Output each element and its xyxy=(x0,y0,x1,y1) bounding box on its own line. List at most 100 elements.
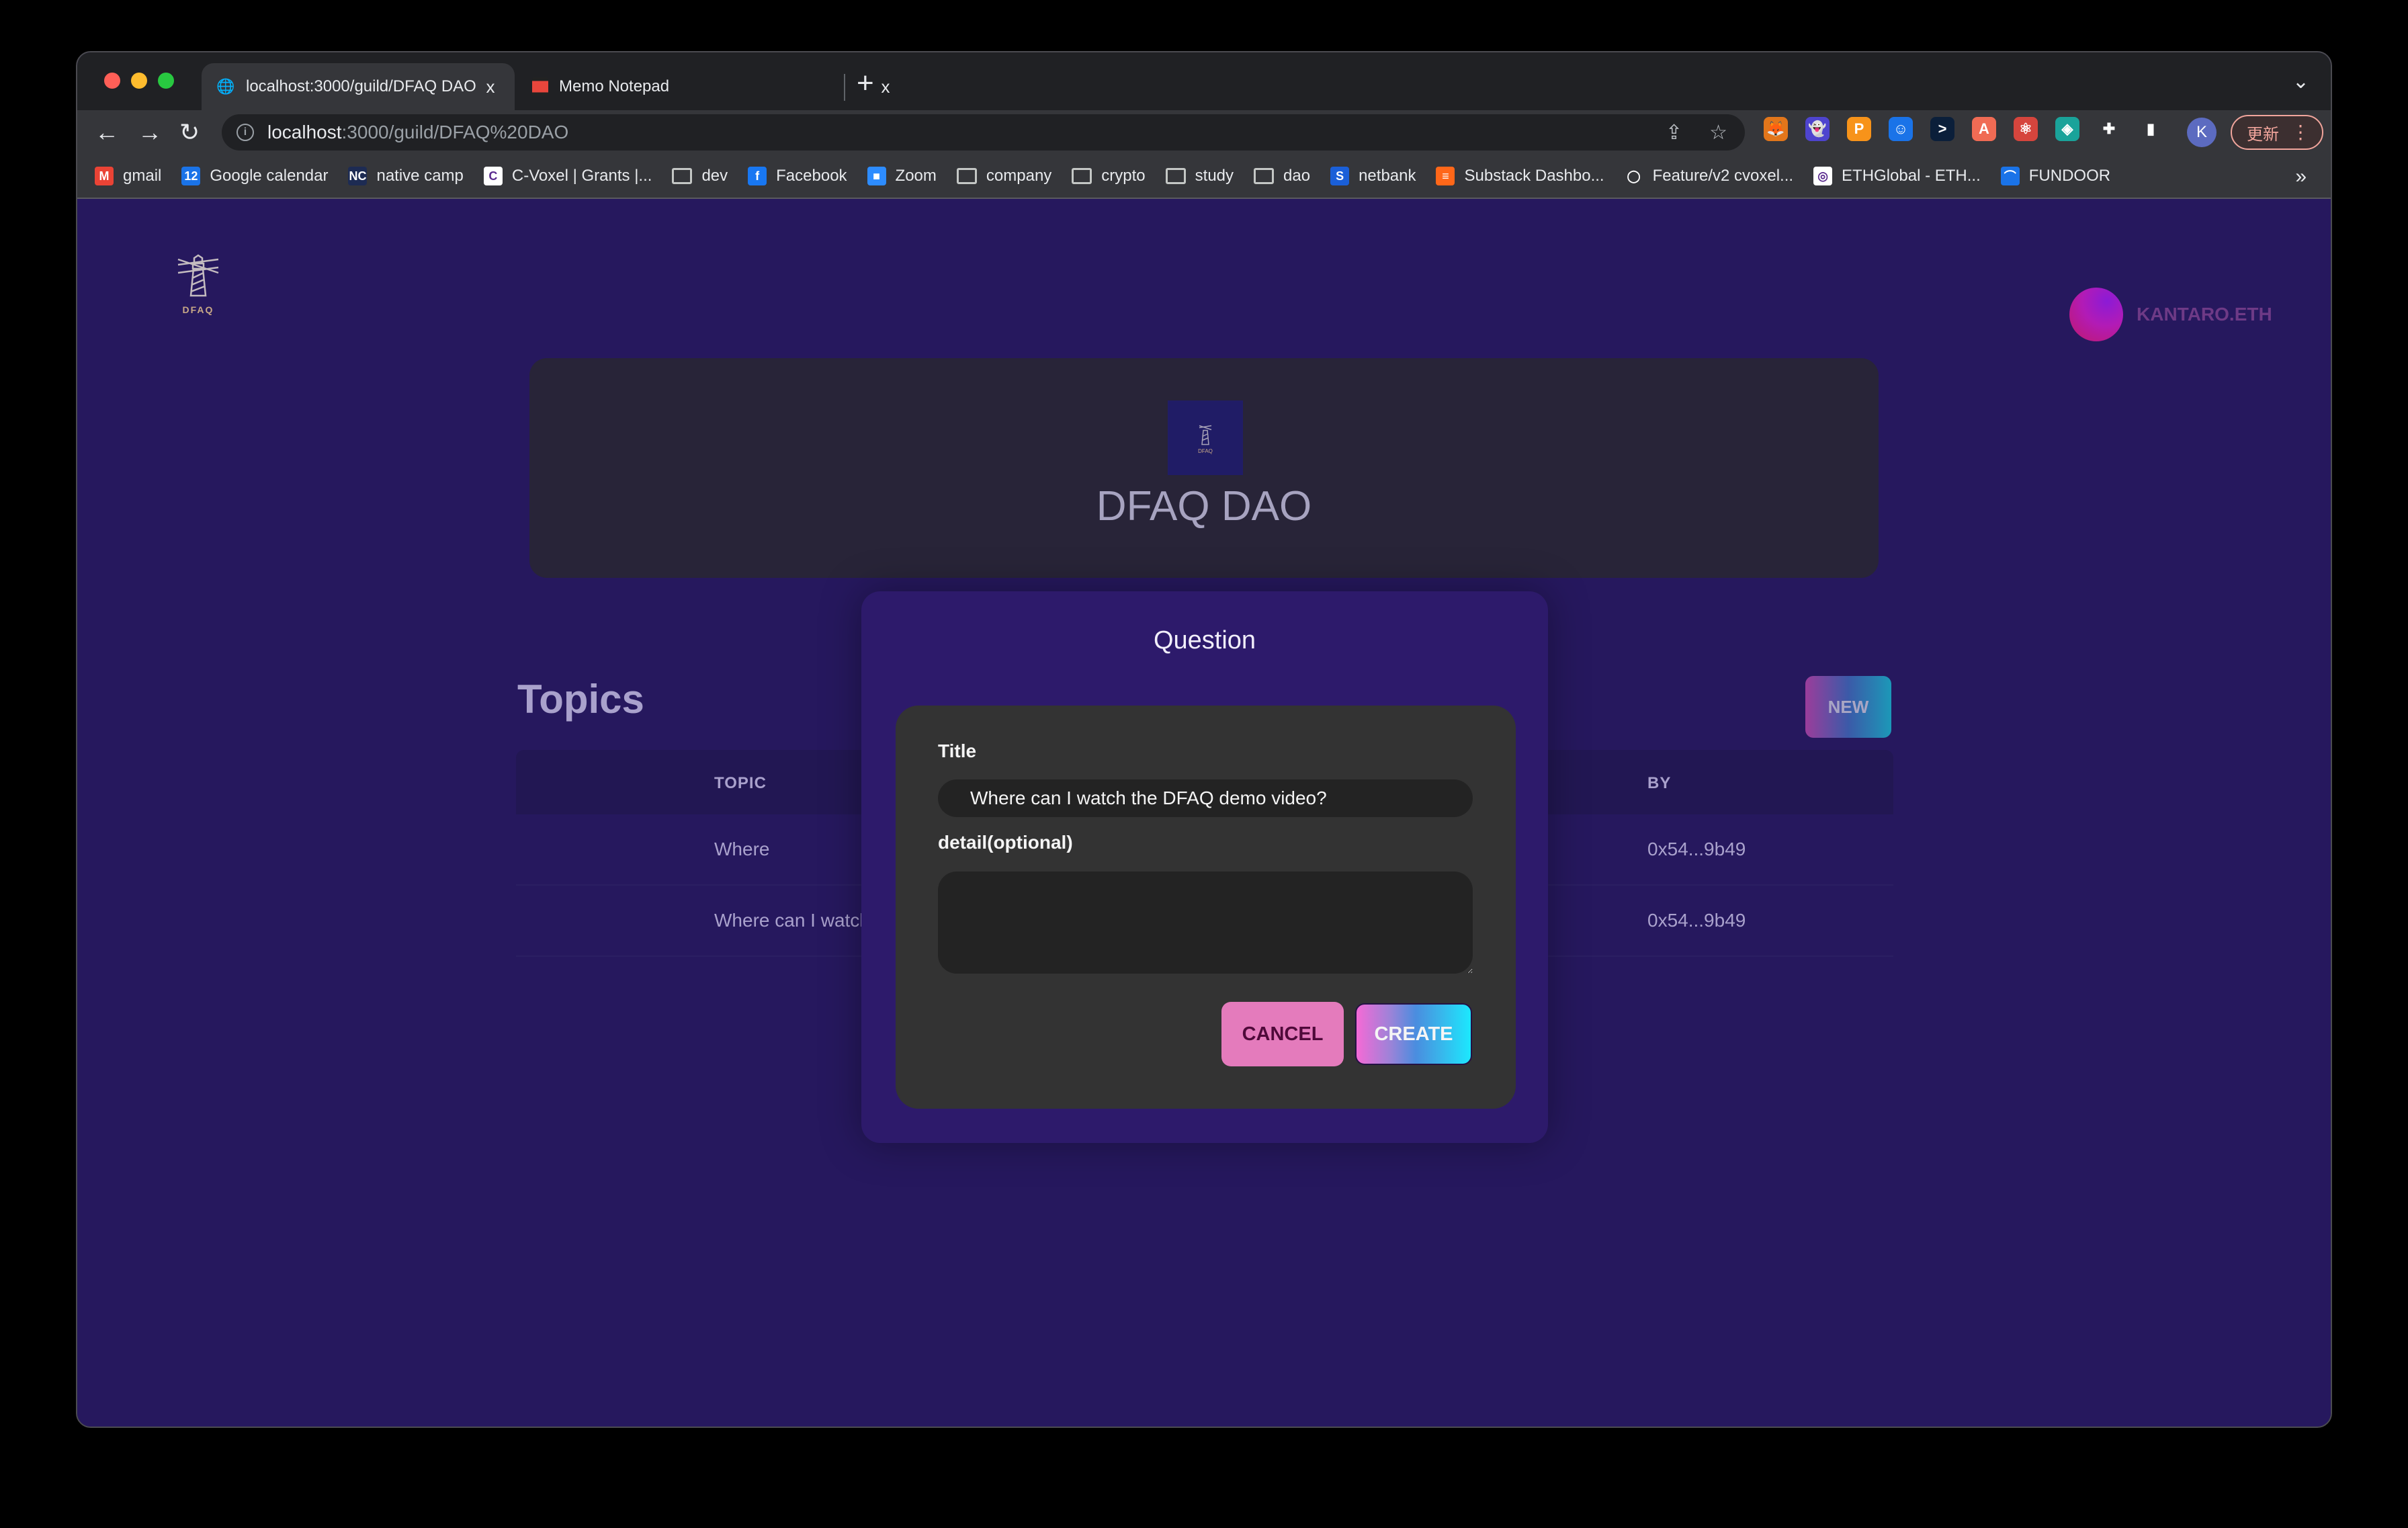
c-voxel-icon: C xyxy=(483,167,503,185)
create-button[interactable]: CREATE xyxy=(1355,1003,1472,1065)
sidepanel-icon[interactable]: ▮ xyxy=(2139,117,2163,141)
bookmark-label: Zoom xyxy=(895,167,937,185)
bookmark-item[interactable]: 12 Google calendar xyxy=(181,167,328,185)
window-zoom-button[interactable] xyxy=(158,73,174,89)
netbank-icon: S xyxy=(1330,167,1350,185)
bookmark-label: dev xyxy=(701,167,728,185)
tab-strip: 🌐 localhost:3000/guild/DFAQ DAO x Memo N… xyxy=(77,52,2331,110)
bookmark-item[interactable]: NC native camp xyxy=(348,167,464,185)
tab-dfaq-guild[interactable]: 🌐 localhost:3000/guild/DFAQ DAO x xyxy=(202,63,515,110)
topic-cell[interactable]: Where xyxy=(714,839,769,860)
google-calendar-icon: 12 xyxy=(181,167,201,185)
profile-avatar[interactable]: K xyxy=(2187,118,2217,147)
extensions-bar: 🦊 👻 P ☺ > A ⚛ ◈ ✚ ▮ xyxy=(1764,117,2163,141)
tab-close-icon[interactable]: x xyxy=(481,77,500,97)
reload-icon[interactable]: ↻ xyxy=(179,118,200,146)
back-arrow-icon[interactable]: ← xyxy=(95,118,119,146)
wallet-account[interactable]: KANTARO.ETH xyxy=(2069,288,2272,341)
site-info-icon[interactable]: i xyxy=(236,124,254,141)
bookmark-label: ETHGlobal - ETH... xyxy=(1842,167,1981,185)
bookmark-label: C-Voxel | Grants |... xyxy=(511,167,652,185)
address-bar[interactable]: i localhost :3000/guild/DFAQ%20DAO ⇪ ☆ xyxy=(222,114,1745,151)
phantom-icon[interactable]: 👻 xyxy=(1805,117,1830,141)
detail-textarea[interactable] xyxy=(938,872,1473,974)
kebab-menu-icon[interactable]: ⋮ xyxy=(2291,122,2310,143)
author-cell: 0x54...9b49 xyxy=(1647,910,1746,931)
guild-logo: DFAQ xyxy=(1168,400,1243,475)
bookmark-item[interactable]: dao xyxy=(1254,167,1310,185)
bookmark-item[interactable]: Mgmail xyxy=(95,167,161,185)
bookmark-item[interactable]: study xyxy=(1165,167,1234,185)
share-icon[interactable]: ⇪ xyxy=(1666,121,1682,144)
page-content: DFAQ KANTARO.ETH DFAQ DFAQ DAO Topics NE… xyxy=(77,200,2331,1427)
puzzle-extensions-icon[interactable]: ✚ xyxy=(2097,117,2121,141)
bookmark-label: netbank xyxy=(1359,167,1416,185)
update-label: 更新 xyxy=(2247,125,2279,144)
bookmark-label: study xyxy=(1195,167,1234,185)
tab-title: Memo Notepad xyxy=(559,77,670,95)
folder-icon xyxy=(1072,168,1092,184)
author-cell: 0x54...9b49 xyxy=(1647,839,1746,859)
folder-icon xyxy=(1254,168,1275,184)
bookmark-label: crypto xyxy=(1101,167,1146,185)
browser-toolbar: ← → ↻ i localhost :3000/guild/DFAQ%20DAO… xyxy=(77,110,2331,155)
metamask-icon[interactable]: 🦊 xyxy=(1764,117,1788,141)
cancel-button[interactable]: CANCEL xyxy=(1221,1002,1344,1066)
forward-arrow-icon[interactable]: → xyxy=(138,118,162,146)
tab-memo-notepad[interactable]: Memo Notepad x xyxy=(517,63,910,110)
guild-logo-text: DFAQ xyxy=(1198,448,1213,454)
gmail-icon: M xyxy=(95,167,114,185)
github-icon: ◯ xyxy=(1624,167,1643,185)
window-close-button[interactable] xyxy=(104,73,120,89)
bookmark-item[interactable]: ■ Zoom xyxy=(867,167,937,185)
bookmark-item[interactable]: ◯ Feature/v2 cvoxel... xyxy=(1624,167,1794,185)
wallet-avatar xyxy=(2069,288,2123,341)
bookmark-label: Feature/v2 cvoxel... xyxy=(1652,167,1794,185)
new-topic-button[interactable]: NEW xyxy=(1805,676,1891,738)
url-path: :3000/guild/DFAQ%20DAO xyxy=(341,122,569,142)
web-extension-icon[interactable]: ◈ xyxy=(2055,117,2079,141)
tab-separator xyxy=(844,74,845,101)
smiley-extension-icon[interactable]: ☺ xyxy=(1889,117,1913,141)
bookmark-label: dao xyxy=(1283,167,1311,185)
guild-name: DFAQ DAO xyxy=(1096,483,1312,529)
window-minimize-button[interactable] xyxy=(131,73,147,89)
arweave-icon[interactable]: A xyxy=(1972,117,1996,141)
globe-icon: 🌐 xyxy=(216,78,235,95)
question-modal: Question Title detail(optional) CANCEL C… xyxy=(861,591,1548,1143)
ethglobal-icon: ◎ xyxy=(1813,167,1833,185)
react-devtools-icon[interactable]: ⚛ xyxy=(2014,117,2038,141)
polkadot-icon[interactable]: P xyxy=(1847,117,1871,141)
bookmark-item[interactable]: C C-Voxel | Grants |... xyxy=(483,167,652,185)
bookmark-item[interactable]: ◎ ETHGlobal - ETH... xyxy=(1813,167,1981,185)
bookmark-item[interactable]: crypto xyxy=(1072,167,1146,185)
code-extension-icon[interactable]: > xyxy=(1930,117,1954,141)
update-button[interactable]: 更新 ⋮ xyxy=(2231,115,2323,150)
new-tab-button[interactable]: + xyxy=(857,69,874,98)
url-host: localhost xyxy=(267,122,342,142)
bookmark-item[interactable]: f Facebook xyxy=(748,167,847,185)
lighthouse-icon xyxy=(1199,425,1212,445)
bookmark-item[interactable]: ⌒ FUNDOOR xyxy=(2000,167,2110,185)
folder-icon xyxy=(1165,168,1186,184)
lighthouse-icon xyxy=(177,254,219,297)
bookmark-item[interactable]: company xyxy=(956,167,1051,185)
facebook-icon: f xyxy=(748,167,767,185)
tab-close-icon[interactable]: x xyxy=(876,77,895,97)
topics-heading: Topics xyxy=(517,677,644,722)
site-logo[interactable]: DFAQ xyxy=(171,254,225,315)
column-header-by: BY xyxy=(1647,774,1672,792)
title-input[interactable] xyxy=(938,779,1473,817)
bookmarks-bar: Mgmail 12 Google calendar NC native camp C C-V… xyxy=(77,155,2331,199)
folder-icon xyxy=(672,168,693,184)
bookmark-label: native camp xyxy=(376,167,464,185)
bookmark-star-icon[interactable]: ☆ xyxy=(1709,121,1727,144)
bookmark-label: gmail xyxy=(123,167,162,185)
bookmark-item[interactable]: dev xyxy=(672,167,728,185)
memo-notepad-icon xyxy=(532,77,548,96)
bookmark-item[interactable]: ≡ Substack Dashbo... xyxy=(1436,167,1604,185)
tab-search-chevron-icon[interactable]: ⌄ xyxy=(2292,70,2309,93)
question-form: Title detail(optional) CANCEL CREATE xyxy=(896,706,1516,1109)
bookmark-item[interactable]: Snetbank xyxy=(1330,167,1416,185)
bookmarks-overflow-icon[interactable]: » xyxy=(2295,165,2307,188)
